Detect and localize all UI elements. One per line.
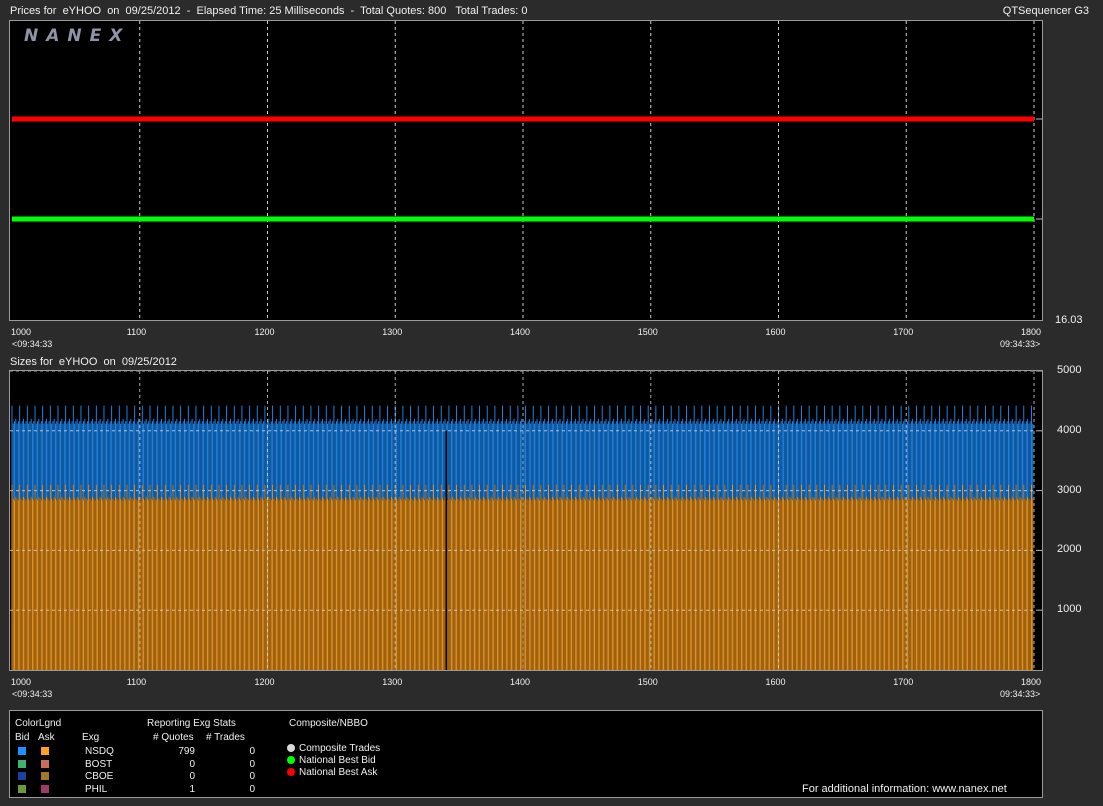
sizes-chart-title: Sizes for eYHOO on 09/25/2012: [10, 356, 177, 368]
sizes-x-tick-label: 1200: [254, 677, 275, 687]
sizes-chart: [10, 371, 1042, 670]
legend-exg-header: Exg: [82, 732, 100, 743]
legend-trades-header: # Trades: [206, 732, 245, 743]
price-time-left: <09:34:33: [12, 339, 53, 349]
sizes-x-tick-label: 1500: [637, 677, 658, 687]
price-x-tick-label: 1200: [254, 327, 275, 337]
legend-exg-name: BOST: [85, 758, 113, 770]
price-y-label: 16.03: [1055, 314, 1083, 326]
legend-stats-title: Reporting Exg Stats: [147, 718, 236, 729]
legend-ask-swatch: [41, 784, 49, 793]
legend-trades-value: 0: [249, 783, 255, 795]
price-x-tick-label: 1800: [1021, 327, 1042, 337]
price-time-right: 09:34:33>: [1000, 339, 1041, 349]
sizes-y-tick-label: 1000: [1057, 603, 1082, 616]
sizes-x-tick-label: 1400: [510, 677, 531, 687]
sizes-ask-bars: [11, 484, 1034, 670]
legend-exg-name: PHIL: [85, 783, 108, 795]
legend-composite-title: Composite/NBBO: [289, 718, 368, 729]
legend-bid-swatch: [18, 772, 26, 780]
price-x-tick-label: 1400: [510, 327, 531, 337]
legend-exg-name: CBOE: [85, 771, 114, 782]
legend-bid-swatch: [18, 747, 26, 755]
sizes-y-tick-label: 2000: [1057, 543, 1082, 556]
nanex-logo: NANEX: [24, 26, 131, 46]
sizes-x-tick-label: 1800: [1021, 677, 1042, 687]
legend-color-title: ColorLgnd: [15, 718, 62, 729]
legend-trades-value: 0: [249, 746, 255, 757]
legend-ask-swatch: [41, 759, 49, 768]
legend-ask-header: Ask: [38, 732, 55, 743]
legend-quotes-value: 799: [178, 746, 195, 757]
legend-quotes-header: # Quotes: [153, 732, 194, 743]
legend-composite-dot: [287, 744, 295, 752]
sizes-y-tick-label: 5000: [1057, 364, 1082, 376]
price-chart-panel[interactable]: NANEX: [9, 20, 1043, 321]
sizes-x-tick-label: 1100: [126, 677, 147, 687]
price-x-tick-label: 1500: [637, 327, 658, 337]
price-chart: [12, 21, 1042, 320]
price-x-tick-label: 1600: [765, 327, 786, 337]
legend-panel: ColorLgnd Bid Ask Exg Reporting Exg Stat…: [9, 710, 1043, 798]
app-name: QTSequencer G3: [1002, 5, 1089, 17]
legend-exg-name: NSDQ: [85, 746, 114, 757]
sizes-x-tick-label: 1600: [765, 677, 786, 687]
sizes-time-left: <09:34:33: [12, 689, 53, 699]
sizes-y-tick-label: 3000: [1057, 483, 1082, 496]
legend-bid-swatch: [18, 784, 26, 793]
legend-ask-swatch: [41, 772, 49, 780]
legend-trades-value: 0: [249, 758, 255, 770]
legend-bid-swatch: [18, 759, 26, 768]
sizes-x-tick-label: 1300: [382, 677, 403, 687]
price-x-tick-label: 1100: [126, 327, 147, 337]
price-x-tick-label: 1000: [11, 327, 32, 337]
legend-composite-label: National Best Bid: [299, 755, 376, 766]
legend-bid-header: Bid: [15, 732, 30, 743]
legend-composite-label: Composite Trades: [299, 743, 381, 754]
legend-quotes-value: 0: [189, 771, 195, 782]
sizes-chart-panel[interactable]: [9, 370, 1043, 671]
legend-ask-swatch: [41, 747, 49, 755]
legend-quotes-value: 0: [189, 758, 195, 770]
legend-composite-dot: [287, 768, 295, 776]
legend-footer: For additional information: www.nanex.ne…: [802, 783, 1007, 795]
sizes-x-tick-label: 1000: [11, 677, 32, 687]
legend-quotes-value: 1: [189, 783, 195, 795]
legend-composite-label: National Best Ask: [299, 767, 378, 778]
legend-trades-value: 0: [249, 771, 255, 782]
sizes-time-right: 09:34:33>: [1000, 689, 1041, 699]
sizes-x-tick-label: 1700: [893, 677, 914, 687]
price-x-tick-label: 1700: [893, 327, 914, 337]
legend-composite-dot: [287, 756, 295, 764]
sizes-series-ask: [11, 484, 1034, 670]
chart-header-title: Prices for eYHOO on 09/25/2012 - Elapsed…: [10, 5, 528, 17]
sizes-y-tick-label: 4000: [1057, 423, 1082, 436]
price-x-tick-label: 1300: [382, 327, 403, 337]
